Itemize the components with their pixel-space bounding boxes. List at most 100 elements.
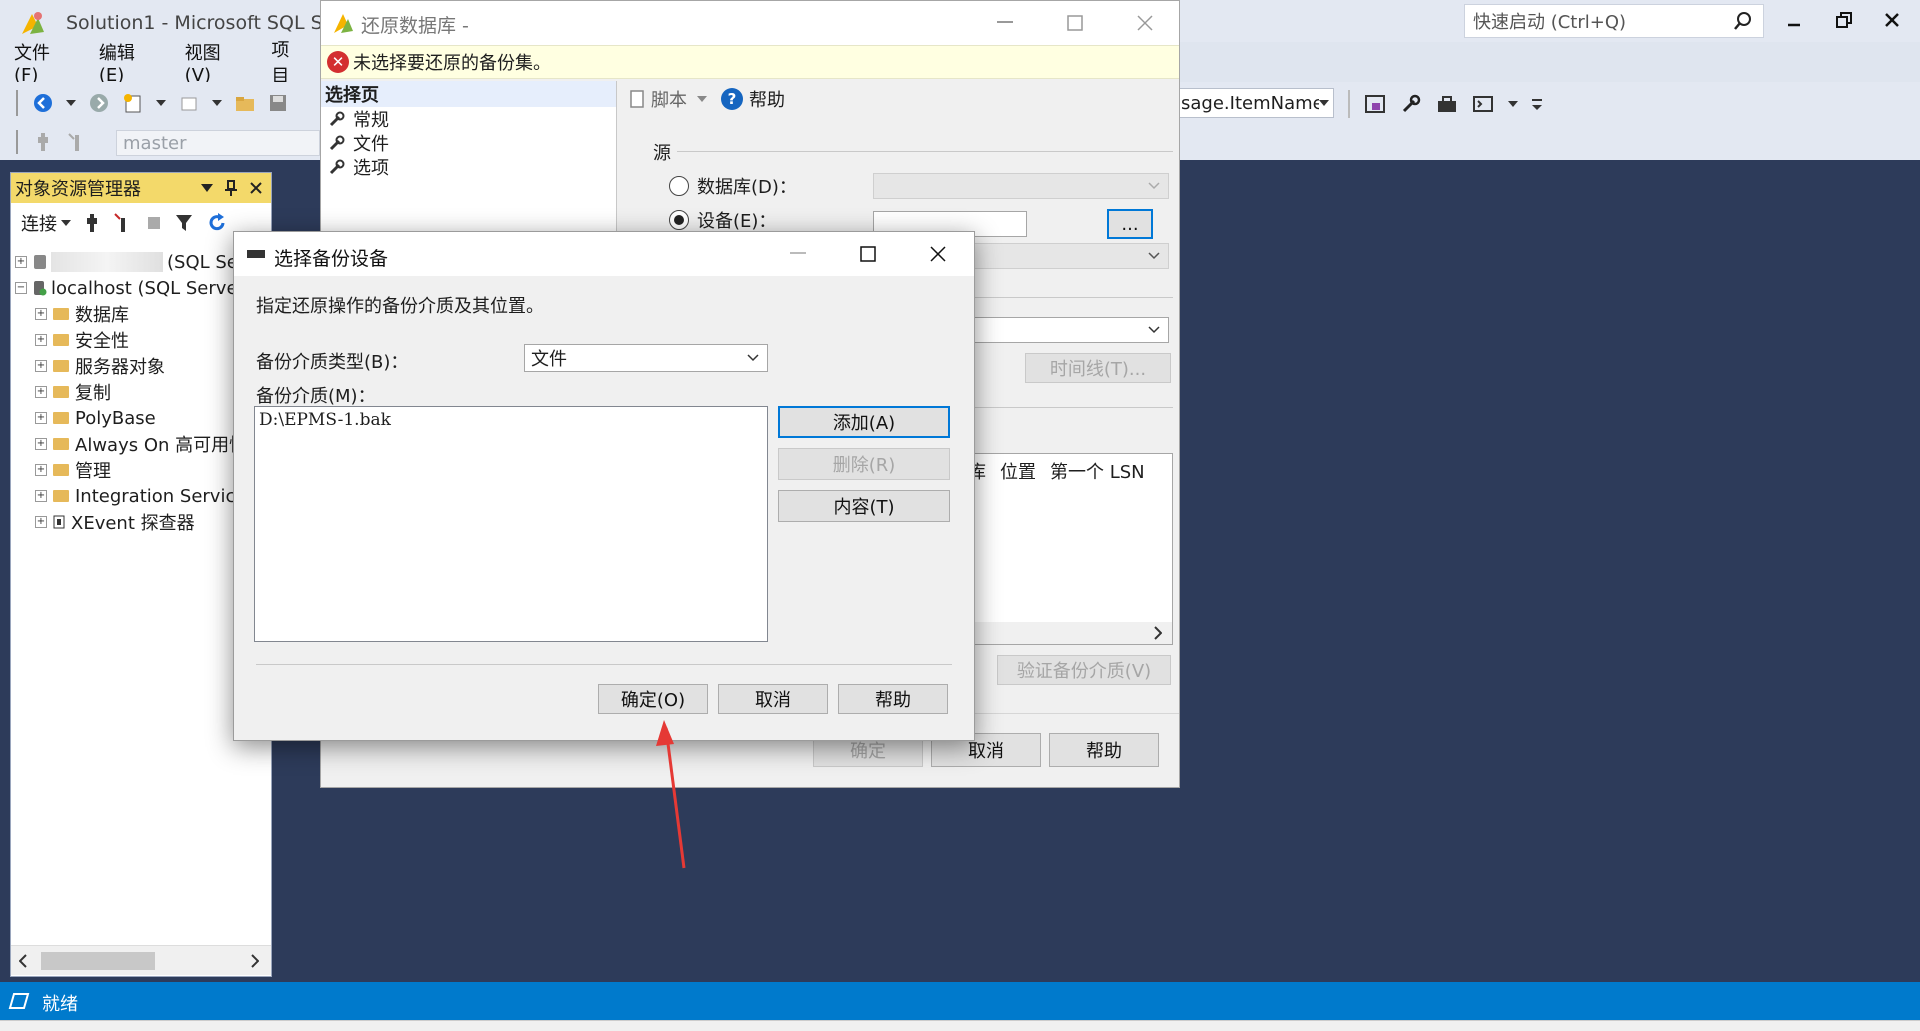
- expand-icon[interactable]: +: [35, 334, 47, 346]
- tree-node-databases[interactable]: + 数据库: [15, 301, 269, 327]
- tree-node-always-on[interactable]: + Always On 高可用性: [15, 431, 269, 457]
- object-explorer-toolbar: 连接: [11, 207, 271, 239]
- tree-node-label: Always On 高可用性: [75, 435, 248, 456]
- backup-media-list[interactable]: D:\EPMS-1.bak: [254, 406, 768, 642]
- backup-device-cancel-button[interactable]: 取消: [718, 684, 828, 714]
- menu-file[interactable]: 文件(F): [14, 39, 69, 86]
- toolbox-icon[interactable]: [1436, 93, 1458, 115]
- connect-button[interactable]: 连接: [21, 210, 71, 236]
- tree-node-server-objects[interactable]: + 服务器对象: [15, 353, 269, 379]
- expand-icon[interactable]: +: [15, 256, 27, 268]
- tree-node-localhost[interactable]: − localhost (SQL Server: [15, 275, 269, 301]
- disconnect-plug-icon[interactable]: [66, 131, 88, 153]
- scrollbar-thumb[interactable]: [41, 952, 155, 970]
- add-media-button[interactable]: 添加(A): [778, 406, 950, 438]
- terminal-icon[interactable]: [1472, 93, 1494, 115]
- close-icon[interactable]: [930, 246, 946, 262]
- dropdown-arrow-icon[interactable]: [66, 99, 76, 107]
- item-name-combo[interactable]: sage.ItemName: [1176, 88, 1334, 118]
- status-text: 就绪: [42, 994, 78, 1015]
- open-folder-icon[interactable]: [234, 92, 256, 114]
- backup-media-item[interactable]: D:\EPMS-1.bak: [259, 410, 763, 430]
- remove-media-button[interactable]: 删除(R): [778, 448, 950, 480]
- database-combo[interactable]: master: [116, 130, 320, 156]
- expand-icon[interactable]: +: [35, 360, 47, 372]
- backup-device-dialog-title: 选择备份设备: [274, 248, 389, 270]
- page-files[interactable]: 文件: [321, 131, 389, 155]
- forward-icon[interactable]: [88, 92, 110, 114]
- page-label: 文件: [353, 134, 389, 155]
- expand-icon[interactable]: +: [35, 386, 47, 398]
- quick-launch-placeholder: 快速启动 (Ctrl+Q): [1473, 12, 1627, 33]
- menu-view[interactable]: 视图(V): [185, 39, 242, 86]
- tree-node-security[interactable]: + 安全性: [15, 327, 269, 353]
- minimize-button[interactable]: [1774, 6, 1814, 34]
- media-type-select[interactable]: 文件: [524, 344, 768, 372]
- database-radio[interactable]: 数据库(D)：: [669, 173, 797, 199]
- horizontal-scrollbar[interactable]: [11, 945, 271, 975]
- collapse-icon[interactable]: −: [15, 282, 27, 294]
- stop-icon[interactable]: [147, 216, 161, 230]
- solution-explorer-icon[interactable]: [1364, 93, 1386, 115]
- maximize-icon[interactable]: [860, 246, 876, 262]
- connect-plug-icon[interactable]: [85, 212, 99, 234]
- panel-dropdown-icon[interactable]: [201, 184, 213, 192]
- tree-node-replication[interactable]: + 复制: [15, 379, 269, 405]
- minimize-icon[interactable]: [997, 21, 1013, 25]
- dropdown-arrow-icon[interactable]: [212, 99, 222, 107]
- expand-icon[interactable]: +: [35, 464, 47, 476]
- menu-project[interactable]: 项目: [271, 36, 304, 88]
- page-general[interactable]: 常规: [321, 107, 389, 131]
- expand-icon[interactable]: +: [35, 412, 47, 424]
- quick-launch-input[interactable]: 快速启动 (Ctrl+Q): [1464, 4, 1764, 38]
- pin-icon[interactable]: [225, 180, 237, 196]
- wrench-icon[interactable]: [1400, 93, 1422, 115]
- tree-node-integration-services[interactable]: + Integration Services: [15, 483, 269, 509]
- toolbar-overflow-icon[interactable]: [1532, 97, 1542, 111]
- expand-icon[interactable]: +: [35, 490, 47, 502]
- server-connected-icon: [33, 280, 47, 296]
- tree-node-xevent-profiler[interactable]: + XEvent 探查器: [15, 509, 269, 535]
- close-panel-icon[interactable]: [249, 181, 263, 195]
- timeline-button[interactable]: 时间线(T)...: [1025, 353, 1171, 383]
- maximize-icon[interactable]: [1067, 15, 1083, 31]
- tree-node-polybase[interactable]: + PolyBase: [15, 405, 269, 431]
- error-icon: ✕: [327, 51, 349, 73]
- add-item-icon[interactable]: [178, 92, 200, 114]
- help-button[interactable]: ? 帮助: [721, 86, 785, 112]
- tree-node-management[interactable]: + 管理: [15, 457, 269, 483]
- restore-help-button[interactable]: 帮助: [1049, 733, 1159, 767]
- restore-window-button[interactable]: [1824, 6, 1864, 34]
- tree-node-remote-server[interactable]: + (SQL Se: [15, 249, 269, 275]
- verify-backup-media-button[interactable]: 验证备份介质(V): [997, 655, 1171, 685]
- filter-icon[interactable]: [175, 214, 193, 232]
- script-button[interactable]: 脚本: [629, 86, 707, 112]
- scroll-right-icon[interactable]: [1154, 626, 1162, 640]
- scroll-right-icon[interactable]: [251, 954, 259, 968]
- dropdown-arrow-icon[interactable]: [156, 99, 166, 107]
- browse-device-button[interactable]: ...: [1107, 209, 1153, 239]
- device-radio[interactable]: 设备(E)：: [669, 207, 776, 233]
- new-project-icon[interactable]: [122, 92, 144, 114]
- expand-icon[interactable]: +: [35, 308, 47, 320]
- disconnect-icon[interactable]: [113, 212, 133, 234]
- status-icon: [8, 992, 30, 1010]
- database-source-combo[interactable]: [873, 173, 1169, 199]
- back-icon[interactable]: [32, 92, 54, 114]
- close-window-button[interactable]: [1872, 6, 1912, 34]
- save-icon[interactable]: [268, 93, 288, 113]
- refresh-icon[interactable]: [207, 213, 227, 233]
- backup-device-help-button[interactable]: 帮助: [838, 684, 948, 714]
- menu-edit[interactable]: 编辑(E): [99, 39, 155, 86]
- scroll-left-icon[interactable]: [19, 954, 27, 968]
- dropdown-arrow-icon[interactable]: [1508, 100, 1518, 108]
- page-options[interactable]: 选项: [321, 155, 389, 179]
- expand-icon[interactable]: +: [35, 516, 47, 528]
- expand-icon[interactable]: +: [35, 438, 47, 450]
- tree-node-label: PolyBase: [75, 407, 156, 429]
- minimize-icon[interactable]: [790, 252, 806, 256]
- media-contents-button[interactable]: 内容(T): [778, 490, 950, 522]
- close-icon[interactable]: [1137, 15, 1153, 31]
- dialog-separator: [256, 664, 952, 665]
- connect-plug-icon[interactable]: [34, 131, 52, 153]
